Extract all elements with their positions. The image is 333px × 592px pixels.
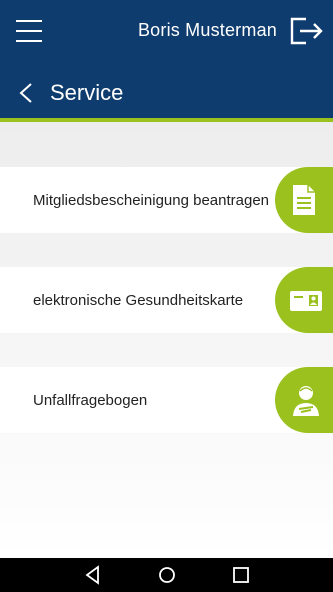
page-title: Service xyxy=(50,80,124,105)
hamburger-menu-icon[interactable] xyxy=(16,18,44,44)
home-icon[interactable] xyxy=(156,564,178,586)
document-icon[interactable] xyxy=(275,167,333,233)
system-navigation-bar xyxy=(0,558,333,592)
service-item-label: elektronische Gesundheitskarte xyxy=(33,291,244,309)
injured-person-icon[interactable] xyxy=(275,367,333,433)
service-item-accident-questionnaire[interactable]: Unfallfragebogen xyxy=(0,367,333,433)
health-card-icon[interactable] xyxy=(275,267,333,333)
page-title-bar: Service xyxy=(0,76,333,112)
service-item-label: Unfallfragebogen xyxy=(33,391,148,409)
service-item-membership-certificate[interactable]: Mitgliedsbescheinigung beantragen xyxy=(0,167,333,233)
service-item-label: Mitgliedsbescheinigung beantragen xyxy=(33,191,270,209)
back-arrow-icon[interactable] xyxy=(16,82,36,104)
app-header: Boris Musterman Service xyxy=(0,0,333,118)
logout-icon[interactable] xyxy=(287,14,327,48)
service-list: Mitgliedsbescheinigung beantragen elektr… xyxy=(0,122,333,558)
recents-icon[interactable] xyxy=(230,564,252,586)
service-item-health-card[interactable]: elektronische Gesundheitskarte xyxy=(0,267,333,333)
user-name: Boris Musterman xyxy=(137,20,277,40)
back-icon[interactable] xyxy=(82,564,104,586)
